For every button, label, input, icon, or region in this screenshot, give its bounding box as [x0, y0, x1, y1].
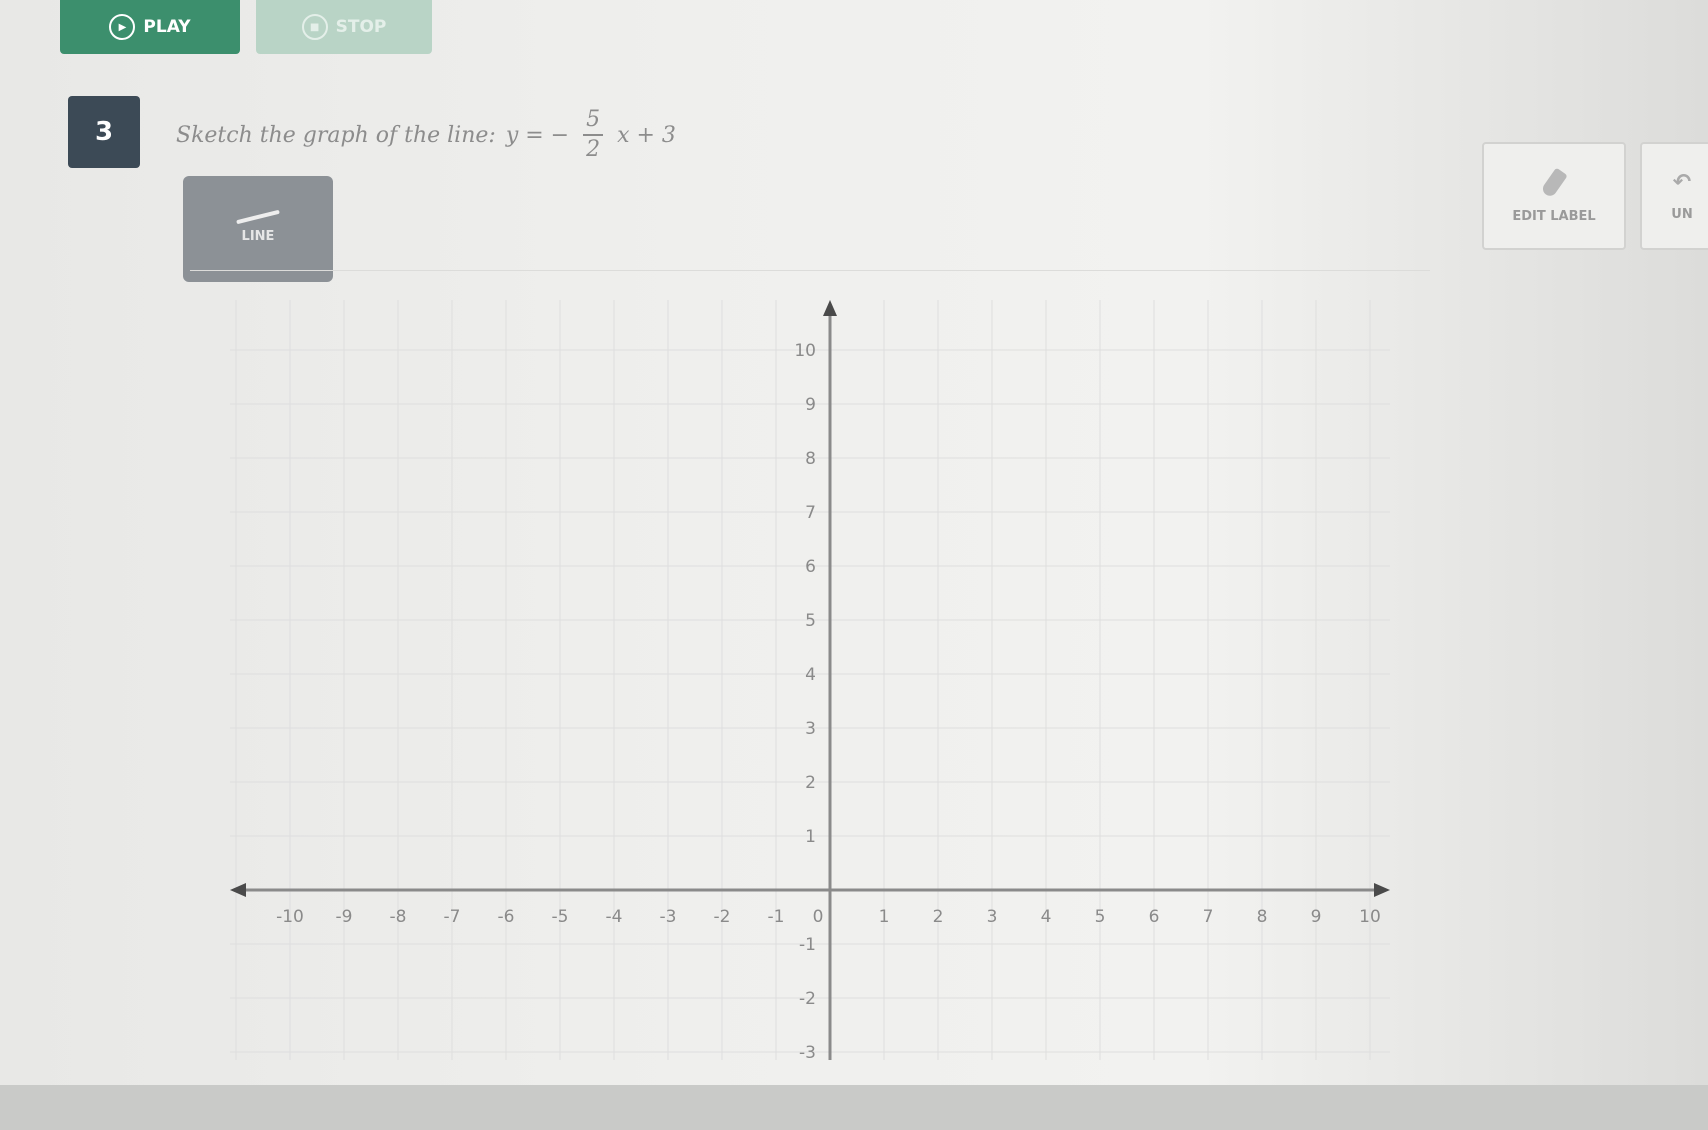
x-axis-right-arrow [1374, 883, 1390, 897]
play-icon: ▶ [109, 14, 136, 40]
coordinate-plane[interactable]: -10 -9 -8 -7 -6 -5 -4 -3 -2 -1 0 1 2 3 4 5 6 7 8 9 101098765… [190, 290, 1430, 1080]
x-tick-label: -4 [606, 907, 623, 927]
y-tick-label: 8 [805, 449, 816, 469]
play-button[interactable]: ▶ PLAY [60, 0, 240, 54]
y-tick-label: 4 [805, 665, 816, 685]
x-tick-label: 3 [987, 907, 998, 927]
x-tick-label: -3 [660, 907, 677, 927]
tick-labels: -10 -9 -8 -7 -6 -5 -4 -3 -2 -1 0 1 2 3 4 5 6 7 8 9 101098765… [276, 341, 1381, 1063]
x-tick-label: -1 [768, 907, 785, 927]
stop-icon: ■ [301, 14, 328, 40]
question-prompt: Sketch the graph of the line: [176, 122, 496, 148]
line-tool-button[interactable]: LINE [183, 176, 333, 282]
x-tick-label: 8 [1257, 907, 1268, 927]
x-tick-label: 4 [1041, 907, 1052, 927]
y-axis-up-arrow [823, 300, 837, 316]
y-tick-label: 10 [794, 341, 816, 361]
y-tick-label: 5 [805, 611, 816, 631]
line-tool-label: LINE [241, 228, 275, 244]
x-tick-label: -5 [552, 907, 569, 927]
x-tick-label: 0 [813, 907, 824, 927]
y-tick-label: 9 [805, 395, 816, 415]
x-tick-label: -2 [714, 907, 731, 927]
y-tick-label: -1 [799, 935, 816, 955]
x-tick-label: -10 [276, 907, 304, 927]
divider [190, 270, 1430, 271]
y-tick-label: -2 [799, 989, 816, 1009]
stop-label: STOP [335, 17, 387, 37]
y-tick-label: 3 [805, 719, 816, 739]
undo-button[interactable]: ↶ UN [1640, 142, 1708, 250]
x-tick-label: 9 [1311, 907, 1322, 927]
x-tick-label: -6 [498, 907, 515, 927]
undo-label: UN [1671, 207, 1693, 222]
edit-label-text: EDIT LABEL [1512, 208, 1596, 224]
x-tick-label: -8 [390, 907, 407, 927]
edit-label-button[interactable]: EDIT LABEL [1482, 142, 1626, 250]
x-tick-label: 7 [1203, 907, 1214, 927]
undo-icon: ↶ [1672, 170, 1692, 195]
fraction-numerator: 5 [583, 109, 604, 136]
equation-lhs: y = − [505, 122, 570, 148]
stop-button[interactable]: ■ STOP [256, 0, 432, 54]
y-tick-label: 7 [805, 503, 816, 523]
y-tick-label: -3 [799, 1043, 816, 1063]
x-tick-label: 1 [879, 907, 890, 927]
pencil-icon [1540, 167, 1568, 198]
x-tick-label: 2 [933, 907, 944, 927]
x-tick-label: -9 [336, 907, 353, 927]
question-text: Sketch the graph of the line: y = − 5 2 … [176, 109, 676, 162]
question-number-badge: 3 [68, 96, 140, 168]
x-tick-label: 10 [1359, 907, 1381, 927]
fraction-denominator: 2 [586, 137, 601, 162]
x-axis-left-arrow [230, 883, 246, 897]
x-tick-label: 6 [1149, 907, 1160, 927]
screen-bottom-edge [0, 1085, 1708, 1130]
y-tick-label: 1 [805, 827, 816, 847]
equation-rhs: x + 3 [617, 122, 676, 148]
play-label: PLAY [143, 17, 191, 37]
y-tick-label: 2 [805, 773, 816, 793]
x-tick-label: -7 [444, 907, 461, 927]
equation-fraction: 5 2 [583, 109, 604, 162]
line-icon [236, 209, 280, 224]
y-tick-label: 6 [805, 557, 816, 577]
x-tick-label: 5 [1095, 907, 1106, 927]
